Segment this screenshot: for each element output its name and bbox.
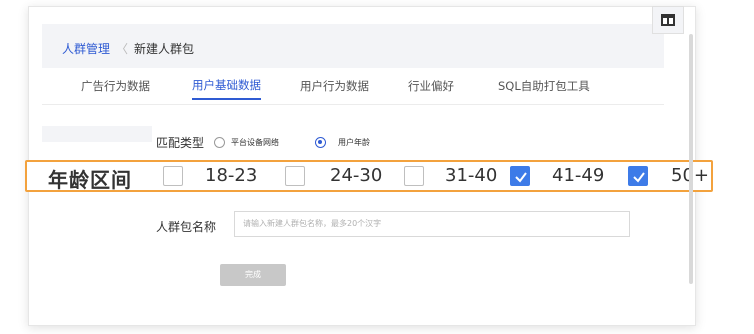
tab-ad-behavior[interactable]: 广告行为数据 (81, 70, 150, 104)
age-31-40-label: 31-40 (445, 165, 498, 186)
layout-icon (661, 14, 675, 26)
checkbox-age-50-plus[interactable] (628, 166, 648, 186)
tab-divider (42, 104, 664, 105)
tab-user-basic[interactable]: 用户基础数据 (192, 70, 261, 100)
checkbox-age-41-49[interactable] (510, 166, 530, 186)
match-type-label: 匹配类型 (156, 136, 205, 150)
package-name-label: 人群包名称 (156, 220, 217, 234)
age-range-label: 年龄区间 (48, 168, 132, 192)
checkbox-age-31-40[interactable] (404, 166, 424, 186)
breadcrumb-root-link[interactable]: 人群管理 (62, 40, 110, 57)
age-24-30-label: 24-30 (330, 165, 383, 186)
checkmark-icon (515, 172, 527, 183)
age-41-49-label: 41-49 (552, 165, 605, 186)
done-button[interactable]: 完成 (220, 264, 286, 286)
checkmark-icon (633, 172, 645, 183)
package-name-input[interactable]: 请输入新建人群包名称，最多20个汉字 (234, 211, 630, 237)
scrollbar[interactable] (689, 34, 693, 284)
checkbox-age-18-23[interactable] (163, 166, 183, 186)
radio-platform-device[interactable] (214, 137, 226, 148)
tab-user-behavior[interactable]: 用户行为数据 (300, 70, 369, 104)
tab-bar: 广告行为数据 用户基础数据 用户行为数据 行业偏好 SQL自助打包工具 (42, 70, 664, 104)
tab-sql-tool[interactable]: SQL自助打包工具 (498, 70, 590, 104)
breadcrumb-current: 新建人群包 (134, 42, 195, 56)
match-type-row: 匹配类型 平台设备网络 用户年龄 (156, 134, 370, 151)
left-panel-strip (42, 126, 152, 142)
tab-industry-preference[interactable]: 行业偏好 (408, 70, 454, 104)
checkbox-age-24-30[interactable] (285, 166, 305, 186)
layout-toggle-button[interactable] (652, 6, 684, 34)
age-18-23-label: 18-23 (205, 165, 258, 186)
radio-user-age[interactable] (315, 137, 327, 148)
breadcrumb-separator: 〈 (116, 42, 129, 56)
radio-user-age-label: 用户年龄 (338, 138, 371, 147)
radio-platform-device-label: 平台设备网络 (231, 138, 280, 147)
breadcrumb: 人群管理 〈 新建人群包 (62, 40, 194, 57)
